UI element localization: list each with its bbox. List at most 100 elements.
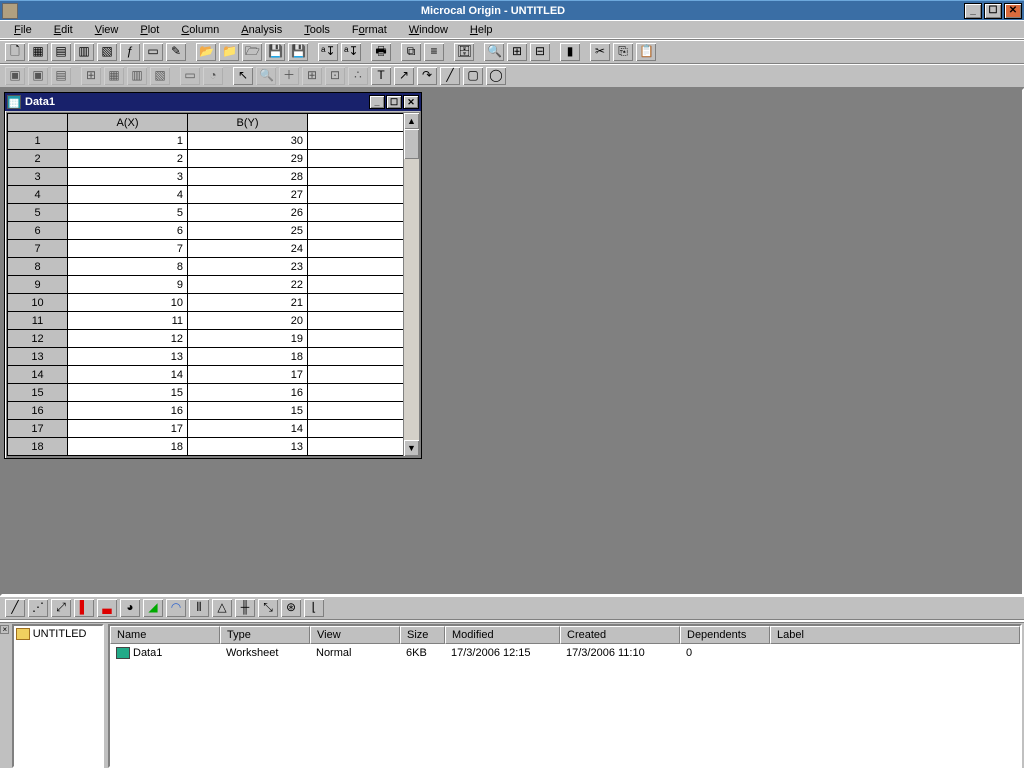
cell[interactable]: 18 — [188, 348, 308, 366]
worksheet-window[interactable]: ▦ Data1 _ ☐ ✕ A(X) B(Y) — [4, 92, 422, 459]
new-matrix-icon[interactable]: ▧ — [96, 42, 118, 62]
project-tree[interactable]: UNTITLED — [12, 624, 104, 768]
cell[interactable]: 7 — [68, 240, 188, 258]
cell[interactable]: 12 — [188, 456, 308, 457]
scroll-thumb[interactable] — [404, 129, 419, 159]
maximize-button[interactable]: ☐ — [984, 3, 1002, 19]
open-icon[interactable]: 📂 — [195, 42, 217, 62]
text-tool-icon[interactable]: T — [370, 66, 392, 86]
cell[interactable]: 19 — [188, 330, 308, 348]
print-icon[interactable]: 🖶 — [370, 42, 392, 62]
row-header[interactable]: 2 — [8, 150, 68, 168]
row-header[interactable]: 14 — [8, 366, 68, 384]
row-header[interactable]: 16 — [8, 402, 68, 420]
results-log-icon[interactable]: 🗄 — [453, 42, 475, 62]
cell[interactable]: 26 — [188, 204, 308, 222]
row-header[interactable]: 17 — [8, 420, 68, 438]
minimize-button[interactable]: _ — [964, 3, 982, 19]
vector-plot-icon[interactable]: ⤡ — [257, 598, 279, 618]
list-item[interactable]: Data1WorksheetNormal6KB17/3/2006 12:1517… — [110, 644, 1020, 662]
grid-corner[interactable] — [8, 114, 68, 132]
menu-edit[interactable]: Edit — [44, 22, 83, 38]
row-header[interactable]: 15 — [8, 384, 68, 402]
line-tool-icon[interactable]: ╱ — [439, 66, 461, 86]
row-header[interactable]: 12 — [8, 330, 68, 348]
arrow-tool-icon[interactable]: ↗ — [393, 66, 415, 86]
pie-plot-icon[interactable]: ◕ — [119, 598, 141, 618]
cell[interactable]: 16 — [68, 402, 188, 420]
scatter-plot-icon[interactable]: ⋰ — [27, 598, 49, 618]
row-header[interactable]: 4 — [8, 186, 68, 204]
cell[interactable]: 25 — [188, 222, 308, 240]
column-header-b[interactable]: B(Y) — [188, 114, 308, 132]
worksheet-scrollbar[interactable]: ▲ ▼ — [403, 113, 419, 456]
cut-icon[interactable]: ✂ — [589, 42, 611, 62]
worksheet-grid[interactable]: A(X) B(Y) 113022293328442755266625772488… — [7, 113, 403, 456]
line-plot-icon[interactable]: ╱ — [4, 598, 26, 618]
cell[interactable]: 2 — [68, 150, 188, 168]
row-header[interactable]: 13 — [8, 348, 68, 366]
cell[interactable]: 10 — [68, 294, 188, 312]
project-explorer-icon[interactable]: 🔍 — [483, 42, 505, 62]
menu-view[interactable]: View — [85, 22, 129, 38]
scroll-up-icon[interactable]: ▲ — [404, 113, 419, 129]
cell[interactable]: 9 — [68, 276, 188, 294]
cell[interactable]: 22 — [188, 276, 308, 294]
menu-tools[interactable]: Tools — [294, 22, 340, 38]
cell[interactable]: 13 — [188, 438, 308, 456]
cell[interactable]: 14 — [68, 366, 188, 384]
cell[interactable]: 3 — [68, 168, 188, 186]
bar-plot-icon[interactable]: ▃ — [96, 598, 118, 618]
new-project-icon[interactable]: 🗋 — [4, 42, 26, 62]
polar-plot-icon[interactable]: ⊛ — [280, 598, 302, 618]
pointer-icon[interactable]: ↖ — [232, 66, 254, 86]
cell[interactable]: 28 — [188, 168, 308, 186]
cell[interactable]: 15 — [68, 384, 188, 402]
explorer-close-icon[interactable]: × — [0, 625, 9, 634]
menu-window[interactable]: Window — [399, 22, 458, 38]
menu-help[interactable]: Help — [460, 22, 503, 38]
curve-arrow-icon[interactable]: ↷ — [416, 66, 438, 86]
rect-tool-icon[interactable]: ▢ — [462, 66, 484, 86]
cell[interactable]: 1 — [68, 132, 188, 150]
cell[interactable]: 15 — [188, 402, 308, 420]
cell[interactable]: 17 — [188, 366, 308, 384]
import-multiple-icon[interactable]: ᵃ↧ — [340, 42, 362, 62]
new-excel-icon[interactable]: ▤ — [50, 42, 72, 62]
close-button[interactable]: ✕ — [1004, 3, 1022, 19]
menu-file[interactable]: File — [4, 22, 42, 38]
import-ascii-icon[interactable]: ᵃ↧ — [317, 42, 339, 62]
cell[interactable]: 5 — [68, 204, 188, 222]
cell[interactable]: 14 — [188, 420, 308, 438]
project-list[interactable]: NameTypeViewSizeModifiedCreatedDependent… — [108, 624, 1022, 768]
worksheet-minimize-button[interactable]: _ — [369, 95, 385, 109]
list-col-size[interactable]: Size — [400, 626, 445, 644]
line-symbol-plot-icon[interactable]: ⤢ — [50, 598, 72, 618]
list-col-dependents[interactable]: Dependents — [680, 626, 770, 644]
menu-format[interactable]: Format — [342, 22, 397, 38]
list-col-created[interactable]: Created — [560, 626, 680, 644]
duplicate-icon[interactable]: ⧉ — [400, 42, 422, 62]
list-col-modified[interactable]: Modified — [445, 626, 560, 644]
column-header-a[interactable]: A(X) — [68, 114, 188, 132]
cell[interactable]: 24 — [188, 240, 308, 258]
cell[interactable]: 11 — [68, 312, 188, 330]
refresh-icon[interactable]: ≡ — [423, 42, 445, 62]
double-y-plot-icon[interactable]: ⦀ — [188, 598, 210, 618]
worksheet-maximize-button[interactable]: ☐ — [386, 95, 402, 109]
list-col-view[interactable]: View — [310, 626, 400, 644]
row-header[interactable]: 9 — [8, 276, 68, 294]
worksheet-titlebar[interactable]: ▦ Data1 _ ☐ ✕ — [5, 93, 421, 111]
row-header[interactable]: 5 — [8, 204, 68, 222]
new-notes-icon[interactable]: ✎ — [165, 42, 187, 62]
3d-plot-icon[interactable]: △ — [211, 598, 233, 618]
oval-tool-icon[interactable]: ◯ — [485, 66, 507, 86]
save-project-icon[interactable]: 💾 — [264, 42, 286, 62]
new-graph-icon[interactable]: ▥ — [73, 42, 95, 62]
row-header[interactable]: 8 — [8, 258, 68, 276]
new-layout-icon[interactable]: ▭ — [142, 42, 164, 62]
cell[interactable]: 13 — [68, 348, 188, 366]
list-col-type[interactable]: Type — [220, 626, 310, 644]
worksheet-close-button[interactable]: ✕ — [403, 95, 419, 109]
menu-plot[interactable]: Plot — [130, 22, 169, 38]
